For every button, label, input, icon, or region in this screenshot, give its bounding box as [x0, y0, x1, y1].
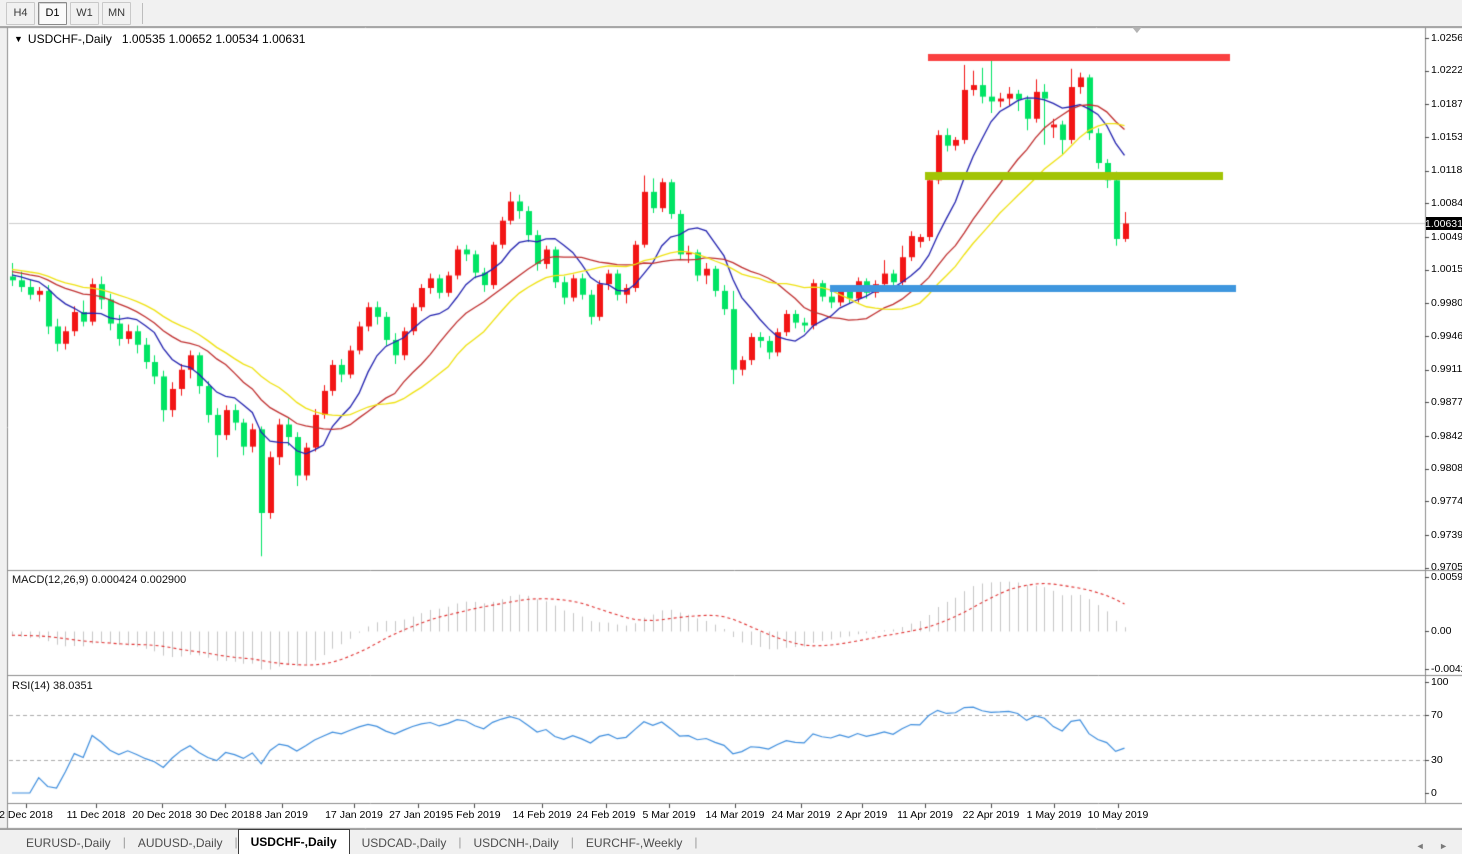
- date-axis-label: 20 Dec 2018: [132, 809, 192, 821]
- tab-divider: |: [694, 835, 698, 849]
- timeframe-button-h4[interactable]: H4: [6, 1, 35, 25]
- chart-title-ohlc: 1.00535 1.00652 1.00534 1.00631: [121, 32, 306, 46]
- timeframe-button-mn[interactable]: MN: [102, 1, 131, 25]
- macd-axis-label: 0.00: [1431, 625, 1452, 637]
- price-axis-label: 1.01530: [1431, 131, 1462, 143]
- rsi-label: RSI(14) 38.0351: [12, 680, 93, 692]
- chart-title-symbol: USDCHF-,Daily: [27, 32, 112, 46]
- price-axis-label: 1.01870: [1431, 98, 1462, 110]
- timeframe-button-d1[interactable]: D1: [38, 1, 67, 25]
- price-axis-label: 1.00840: [1431, 197, 1462, 209]
- chart-tab-audusd[interactable]: AUDUSD-,Daily: [126, 832, 235, 854]
- date-axis-label: 22 Apr 2019: [962, 809, 1020, 821]
- date-axis-label: 5 Feb 2019: [447, 809, 501, 821]
- chart-tab-usdchf[interactable]: USDCHF-,Daily: [237, 829, 350, 854]
- price-axis-label: 1.02560: [1431, 32, 1462, 44]
- price-axis-label: 0.98080: [1431, 462, 1462, 474]
- chart-title: ▼ USDCHF-,Daily 1.00535 1.00652 1.00534 1.…: [14, 32, 305, 46]
- macd-axis-label: -0.00424: [1431, 663, 1462, 675]
- chart-tab-eurusd[interactable]: EURUSD-,Daily: [14, 832, 123, 854]
- rsi-axis-label: 30: [1431, 754, 1443, 766]
- chart-tab-usdcnh[interactable]: USDCNH-,Daily: [461, 832, 570, 854]
- date-axis-label: 24 Mar 2019: [771, 809, 831, 821]
- chart-overlay: ▼ USDCHF-,Daily 1.00535 1.00652 1.00534 1.…: [0, 0, 1462, 854]
- price-axis-label: 0.99110: [1431, 363, 1462, 375]
- chart-tabbar: EURUSD-,Daily | AUDUSD-,Daily | USDCHF-,Dail…: [0, 829, 1462, 854]
- chart-tab-eurchf[interactable]: EURCHF-,Weekly: [574, 832, 694, 854]
- macd-label: MACD(12,26,9) 0.000424 0.002900: [12, 574, 187, 586]
- price-axis-label: 1.01180: [1431, 164, 1462, 176]
- macd-axis-label: 0.00597: [1431, 571, 1462, 583]
- price-axis-label: 0.99800: [1431, 297, 1462, 309]
- date-axis-label: 24 Feb 2019: [576, 809, 636, 821]
- date-axis-label: 11 Apr 2019: [897, 809, 953, 821]
- date-axis-label: 14 Mar 2019: [705, 809, 765, 821]
- tab-scroll-arrows[interactable]: ◄ ►: [1416, 841, 1454, 851]
- price-axis-label: 0.98420: [1431, 430, 1462, 442]
- price-axis-label: 0.98770: [1431, 396, 1462, 408]
- date-axis-label: 2 Apr 2019: [836, 809, 888, 821]
- price-axis-label: 1.02220: [1431, 64, 1462, 76]
- rsi-axis-label: 100: [1431, 676, 1449, 688]
- timeframe-button-w1[interactable]: W1: [70, 1, 99, 25]
- date-axis-label: 10 May 2019: [1087, 809, 1149, 821]
- date-axis-label: 14 Feb 2019: [512, 809, 572, 821]
- rsi-axis-label: 70: [1431, 709, 1443, 721]
- price-axis-label: 0.97390: [1431, 529, 1462, 541]
- toolbar-separator: [142, 2, 143, 24]
- date-axis-label: 17 Jan 2019: [325, 809, 383, 821]
- price-axis-label: 0.99460: [1431, 330, 1462, 342]
- timeframe-toolbar: H4 D1 W1 MN: [0, 0, 1462, 27]
- rsi-axis-label: 0: [1431, 787, 1437, 799]
- date-axis-label: 30 Dec 2018: [195, 809, 255, 821]
- chart-menu-arrow-icon[interactable]: ▼: [14, 34, 23, 44]
- date-axis-label: 27 Jan 2019: [389, 809, 447, 821]
- current-price-tag: 1.00631: [1425, 217, 1462, 230]
- date-axis-label: 5 Mar 2019: [642, 809, 696, 821]
- date-axis-label: 8 Jan 2019: [256, 809, 308, 821]
- date-axis-label: 1 May 2019: [1026, 809, 1082, 821]
- price-axis-label: 1.00490: [1431, 231, 1462, 243]
- price-axis-label: 1.00150: [1431, 263, 1462, 275]
- date-axis-label: 2 Dec 2018: [0, 809, 53, 821]
- date-axis-label: 11 Dec 2018: [66, 809, 126, 821]
- chart-tab-usdcad[interactable]: USDCAD-,Daily: [350, 832, 459, 854]
- price-axis-label: 0.97740: [1431, 495, 1462, 507]
